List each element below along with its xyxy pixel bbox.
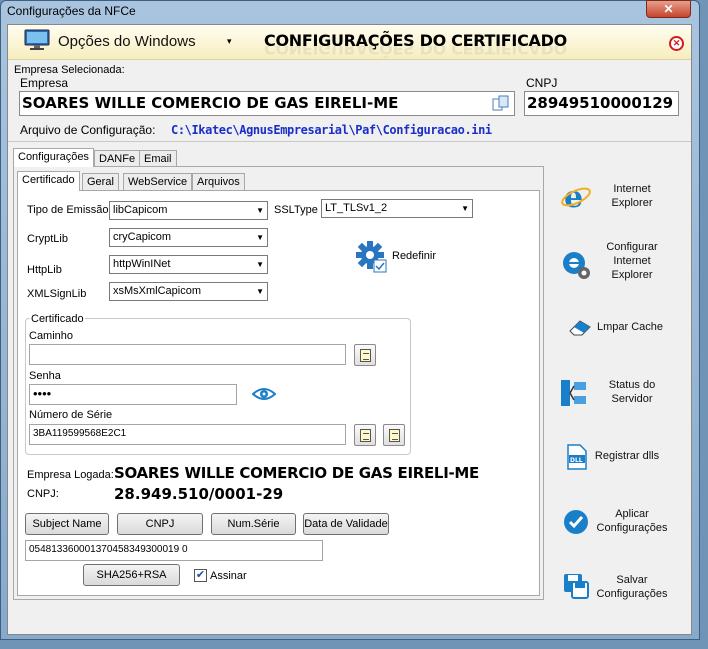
- numero-serie-input[interactable]: 3BA119599568E2C1: [29, 424, 346, 445]
- assinar-checkbox[interactable]: ✔: [194, 569, 207, 582]
- chevron-down-icon: ▼: [461, 204, 469, 213]
- cnpj-logada-value: 28.949.510/0001-29: [114, 485, 284, 503]
- divider: [8, 141, 691, 142]
- monitor-icon[interactable]: [24, 29, 50, 51]
- salvar-configuracoes-button[interactable]: Salvar Configurações: [594, 573, 670, 601]
- subject-name-button[interactable]: Subject Name: [25, 513, 109, 535]
- configure-ie-icon[interactable]: [560, 248, 592, 280]
- aplicar-configuracoes-button[interactable]: Aplicar Configurações: [594, 507, 670, 535]
- redefinir-label[interactable]: Redefinir: [392, 250, 436, 262]
- file-icon: [360, 429, 371, 442]
- dll-icon[interactable]: DLL: [566, 444, 588, 470]
- file-icon: [389, 429, 400, 442]
- status-servidor-button[interactable]: Status do Servidor: [598, 378, 666, 406]
- empresa-field[interactable]: SOARES WILLE COMERCIO DE GAS EIRELI-ME: [19, 91, 515, 116]
- certificado-group-label: Certificado: [30, 313, 85, 325]
- senha-label: Senha: [29, 370, 61, 382]
- limpar-cache-button[interactable]: Lmpar Cache: [596, 320, 664, 334]
- assinar-label[interactable]: Assinar: [210, 570, 247, 582]
- select-certificate-button[interactable]: [354, 424, 376, 446]
- eraser-icon[interactable]: [568, 317, 594, 337]
- svg-text:DLL: DLL: [570, 457, 583, 464]
- chevron-down-icon: ▼: [256, 287, 264, 296]
- num-serie-button[interactable]: Num.Série: [211, 513, 296, 535]
- numero-serie-label: Número de Série: [29, 409, 113, 421]
- empresa-selecionada-label: Empresa Selecionada:: [14, 64, 125, 76]
- ssltype-select[interactable]: LT_TLSv1_2 ▼: [321, 199, 473, 218]
- internet-explorer-icon[interactable]: e: [560, 180, 592, 215]
- title-reflection: CONFIGURAÇÕES DO CERTIFICADO: [264, 46, 567, 58]
- cryptlib-label: CryptLib: [27, 233, 68, 245]
- tab-danfe[interactable]: DANFe: [94, 150, 141, 167]
- server-status-icon[interactable]: [560, 378, 592, 408]
- httplib-label: HttpLib: [27, 264, 62, 276]
- result-field[interactable]: 054813360001370458349300019 0: [25, 540, 323, 561]
- browse-file-button[interactable]: [354, 344, 376, 366]
- tab-certificado[interactable]: Certificado: [17, 171, 80, 191]
- tipo-emissao-select[interactable]: libCapicom ▼: [109, 201, 268, 220]
- window-title: Configurações da NFCe: [7, 4, 136, 18]
- windows-options-menu[interactable]: Opções do Windows: [58, 33, 196, 50]
- tab-arquivos[interactable]: Arquivos: [192, 173, 245, 191]
- tab-geral[interactable]: Geral: [82, 173, 119, 191]
- tipo-emissao-value: libCapicom: [113, 204, 168, 216]
- senha-input[interactable]: ••••: [29, 384, 237, 405]
- chevron-down-icon: ▼: [256, 233, 264, 242]
- tab-webservice[interactable]: WebService: [123, 173, 193, 191]
- chevron-down-icon: ▼: [256, 260, 264, 269]
- httplib-select[interactable]: httpWinINet ▼: [109, 255, 268, 274]
- data-validade-button[interactable]: Data de Validade: [303, 513, 389, 535]
- eye-icon[interactable]: [251, 385, 277, 403]
- ssltype-label: SSLType: [274, 204, 318, 216]
- tab-email[interactable]: Email: [139, 150, 177, 167]
- cnpj-logada-label: CNPJ:: [27, 488, 59, 500]
- gear-icon[interactable]: [355, 240, 389, 274]
- check-circle-icon[interactable]: [563, 509, 589, 535]
- cnpj-label: CNPJ: [526, 76, 558, 90]
- cryptlib-value: cryCapicom: [113, 231, 172, 243]
- sha256-rsa-button[interactable]: SHA256+RSA: [83, 564, 180, 586]
- config-file-label: Arquivo de Configuração:: [20, 123, 156, 137]
- empresa-logada-value: SOARES WILLE COMERCIO DE GAS EIRELI-ME: [114, 464, 479, 482]
- copy-icon[interactable]: [492, 95, 510, 111]
- caminho-label: Caminho: [29, 330, 74, 342]
- caminho-input[interactable]: [29, 344, 346, 365]
- cryptlib-select[interactable]: cryCapicom ▼: [109, 228, 268, 247]
- internet-explorer-button[interactable]: Internet Explorer: [598, 182, 666, 210]
- xmlsignlib-select[interactable]: xsMsXmlCapicom ▼: [109, 282, 268, 301]
- xmlsignlib-value: xsMsXmlCapicom: [113, 285, 202, 297]
- registrar-dlls-button[interactable]: Registrar dlls: [592, 449, 662, 463]
- close-icon[interactable]: ✕: [669, 36, 684, 51]
- empresa-logada-label: Empresa Logada:: [27, 469, 114, 481]
- certificate-info-button[interactable]: [383, 424, 405, 446]
- tipo-emissao-label: Tipo de Emissão: [27, 204, 109, 216]
- chevron-down-icon[interactable]: ▾: [227, 36, 232, 47]
- window-close-button[interactable]: ✕: [646, 0, 691, 18]
- configurar-ie-button[interactable]: Configurar Internet Explorer: [596, 240, 668, 282]
- httplib-value: httpWinINet: [113, 258, 171, 270]
- xmlsignlib-label: XMLSignLib: [27, 288, 87, 300]
- cnpj-field[interactable]: 28949510000129: [524, 91, 679, 116]
- cnpj-button[interactable]: CNPJ: [117, 513, 203, 535]
- ssltype-value: LT_TLSv1_2: [325, 202, 388, 214]
- empresa-label: Empresa: [20, 76, 69, 90]
- file-icon: [360, 349, 371, 362]
- chevron-down-icon: ▼: [256, 206, 264, 215]
- save-icon[interactable]: [562, 572, 590, 600]
- config-file-path: C:\Ikatec\AgnusEmpresarial\Paf\Configura…: [171, 123, 492, 137]
- tab-configuracoes[interactable]: Configurações: [13, 148, 94, 167]
